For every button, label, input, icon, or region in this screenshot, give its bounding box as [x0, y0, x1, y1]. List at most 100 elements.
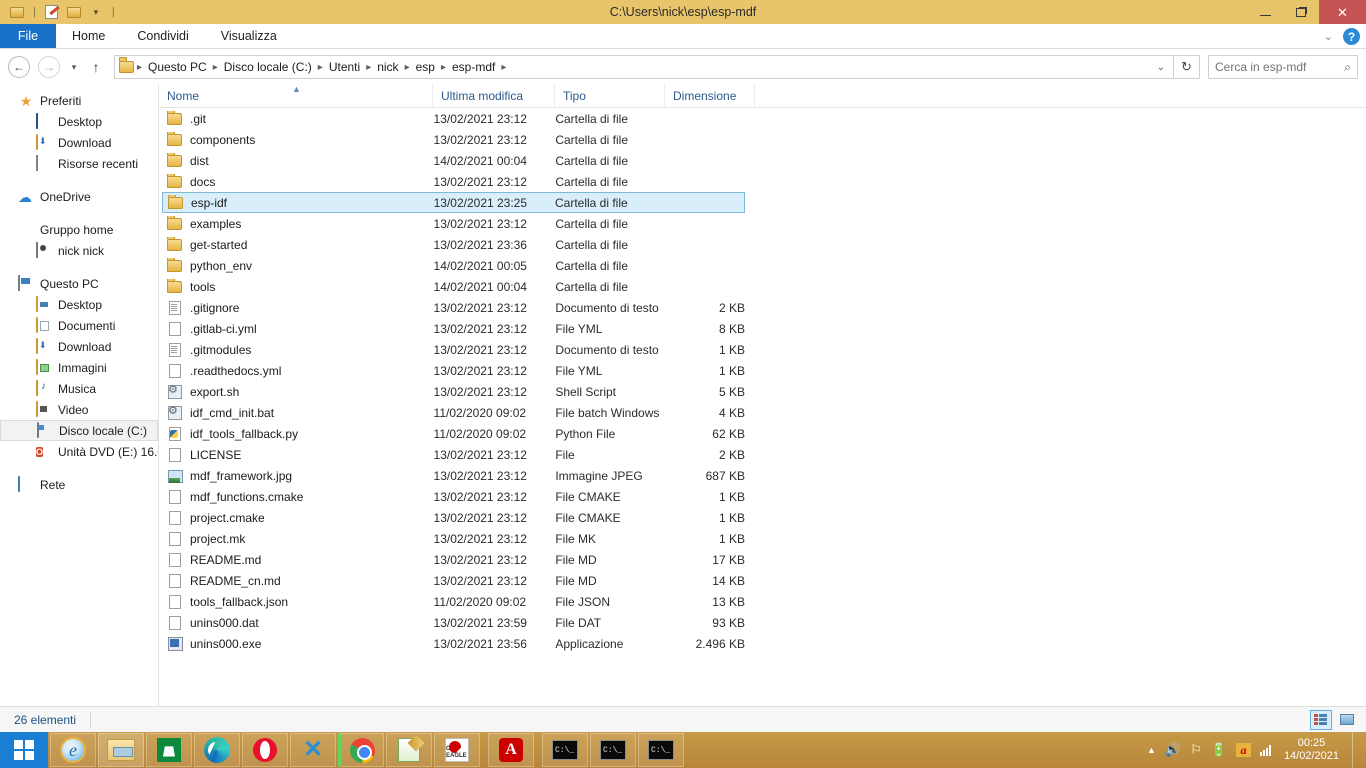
table-row[interactable]: export.sh 13/02/2021 23:12 Shell Script 5 K… — [162, 381, 745, 402]
folder-icon[interactable] — [8, 3, 26, 21]
table-row[interactable]: README.md 13/02/2021 23:12 File MD 17 KB — [162, 549, 745, 570]
sidebar-item-desktop-fav[interactable]: Desktop — [0, 111, 158, 132]
clock[interactable]: 00:25 14/02/2021 — [1284, 737, 1339, 763]
table-row[interactable]: dist 14/02/2021 00:04 Cartella di file — [162, 150, 745, 171]
sidebar-item-risorse-recenti[interactable]: Risorse recenti — [0, 153, 158, 174]
tab-visualizza[interactable]: Visualizza — [205, 24, 293, 48]
chevron-down-icon[interactable]: ⌄ — [1324, 30, 1333, 43]
taskbar-item-cadsoft-eagle[interactable]: CS EAGLE — [434, 733, 480, 767]
recent-locations-icon[interactable]: ▾ — [66, 62, 82, 73]
table-row[interactable]: mdf_framework.jpg 13/02/2021 23:12 Immagin… — [162, 465, 745, 486]
breadcrumb[interactable]: ▸ Questo PC ▸ Disco locale (C:) ▸ Utenti… — [114, 55, 1174, 79]
breadcrumb-item-disco-locale[interactable]: Disco locale (C:) — [220, 60, 316, 74]
table-row[interactable]: tools 14/02/2021 00:04 Cartella di file — [162, 276, 745, 297]
customize-dropdown-icon[interactable]: ▾ — [87, 3, 105, 21]
tab-home[interactable]: Home — [56, 24, 121, 48]
taskbar-item-command-prompt-2[interactable] — [590, 733, 636, 767]
volume-icon[interactable]: 🔊 — [1165, 742, 1181, 758]
sidebar-item-disco-locale-c[interactable]: Disco locale (C:) — [0, 420, 158, 441]
properties-icon[interactable] — [43, 3, 61, 21]
taskbar-item-opera[interactable] — [242, 733, 288, 767]
table-row[interactable]: .readthedocs.yml 13/02/2021 23:12 File YML… — [162, 360, 745, 381]
breadcrumb-item-utenti[interactable]: Utenti — [325, 60, 364, 74]
table-row[interactable]: project.mk 13/02/2021 23:12 File MK 1 KB — [162, 528, 745, 549]
table-row[interactable]: docs 13/02/2021 23:12 Cartella di file — [162, 171, 745, 192]
table-row[interactable]: idf_tools_fallback.py 11/02/2020 09:02 Pyt… — [162, 423, 745, 444]
table-row[interactable]: examples 13/02/2021 23:12 Cartella di file — [162, 213, 745, 234]
sidebar-label-download: Download — [58, 339, 112, 354]
taskbar-item-notepad-plus-plus[interactable] — [386, 733, 432, 767]
forward-button[interactable]: → — [38, 56, 60, 78]
breadcrumb-item-questo-pc[interactable]: Questo PC — [144, 60, 211, 74]
action-center-icon[interactable]: ⚐ — [1190, 742, 1202, 758]
search-icon[interactable]: ⌕ — [1344, 60, 1351, 75]
taskbar-item-command-prompt-3[interactable] — [638, 733, 684, 767]
sidebar-item-immagini[interactable]: Immagini — [0, 357, 158, 378]
table-row[interactable]: .gitignore 13/02/2021 23:12 Documento di t… — [162, 297, 745, 318]
close-button[interactable]: ✕ — [1319, 0, 1366, 24]
help-icon[interactable]: ? — [1343, 28, 1360, 45]
table-row[interactable]: README_cn.md 13/02/2021 23:12 File MD 14 KB — [162, 570, 745, 591]
sidebar-item-video[interactable]: Video — [0, 399, 158, 420]
sidebar-item-nick-nick[interactable]: nick nick — [0, 240, 158, 261]
sidebar-item-desktop[interactable]: Desktop — [0, 294, 158, 315]
start-button[interactable] — [0, 732, 48, 768]
tab-file[interactable]: File — [0, 24, 56, 48]
table-row[interactable]: components 13/02/2021 23:12 Cartella di fi… — [162, 129, 745, 150]
back-button[interactable]: ← — [8, 56, 30, 78]
table-row[interactable]: idf_cmd_init.bat 11/02/2020 09:02 File bat… — [162, 402, 745, 423]
taskbar-item-adobe-acrobat[interactable] — [488, 733, 534, 767]
table-row[interactable]: unins000.dat 13/02/2021 23:59 File DAT 93 K… — [162, 612, 745, 633]
column-header-ultima-modifica[interactable]: Ultima modifica — [433, 83, 555, 108]
search-box[interactable]: ⌕ — [1208, 55, 1358, 79]
breadcrumb-dropdown-icon[interactable]: ⌄ — [1157, 62, 1169, 73]
table-row[interactable]: esp-idf 13/02/2021 23:25 Cartella di file — [162, 192, 745, 213]
refresh-button[interactable]: ↻ — [1174, 55, 1200, 79]
tab-condividi[interactable]: Condividi — [121, 24, 204, 48]
sidebar-item-unita-dvd-e[interactable]: O Unità DVD (E:) 16.0.1 — [0, 441, 158, 462]
sidebar-group-rete[interactable]: Rete — [0, 474, 158, 495]
taskbar-item-microsoft-store[interactable] — [146, 733, 192, 767]
sidebar-item-documenti[interactable]: Documenti — [0, 315, 158, 336]
avast-icon[interactable] — [1235, 743, 1251, 757]
sidebar-item-download-fav[interactable]: Download — [0, 132, 158, 153]
sidebar-group-onedrive[interactable]: ☁ OneDrive — [0, 186, 158, 207]
column-header-dimensione[interactable]: Dimensione — [665, 83, 755, 108]
table-row[interactable]: project.cmake 13/02/2021 23:12 File CMAKE 1… — [162, 507, 745, 528]
table-row[interactable]: LICENSE 13/02/2021 23:12 File 2 KB — [162, 444, 745, 465]
table-row[interactable]: python_env 14/02/2021 00:05 Cartella di fi… — [162, 255, 745, 276]
breadcrumb-item-nick[interactable]: nick — [373, 60, 402, 74]
sidebar-group-preferiti[interactable]: ★ Preferiti — [0, 90, 158, 111]
table-row[interactable]: .git 13/02/2021 23:12 Cartella di file — [162, 108, 745, 129]
sidebar-item-download[interactable]: Download — [0, 336, 158, 357]
new-folder-icon[interactable] — [65, 3, 83, 21]
table-row[interactable]: tools_fallback.json 11/02/2020 09:02 File … — [162, 591, 745, 612]
table-row[interactable]: unins000.exe 13/02/2021 23:56 Applicazione… — [162, 633, 745, 654]
sidebar-group-gruppo-home[interactable]: Gruppo home — [0, 219, 158, 240]
taskbar-item-visual-studio-code[interactable]: ✕ — [290, 733, 336, 767]
table-row[interactable]: get-started 13/02/2021 23:36 Cartella di f… — [162, 234, 745, 255]
taskbar-item-file-explorer[interactable] — [98, 733, 144, 767]
show-desktop-button[interactable] — [1352, 732, 1358, 768]
breadcrumb-item-esp[interactable]: esp — [412, 60, 439, 74]
show-hidden-icons-icon[interactable]: ▲ — [1147, 745, 1156, 755]
network-signal-icon[interactable] — [1259, 744, 1271, 756]
minimize-button[interactable] — [1247, 0, 1283, 24]
battery-icon[interactable]: 🔋 — [1211, 742, 1227, 758]
table-row[interactable]: .gitlab-ci.yml 13/02/2021 23:12 File YML 8 … — [162, 318, 745, 339]
up-button[interactable]: ↑ — [86, 59, 106, 75]
breadcrumb-item-esp-mdf[interactable]: esp-mdf — [448, 60, 499, 74]
column-header-tipo[interactable]: Tipo — [555, 83, 665, 108]
large-icons-view-icon[interactable] — [1336, 710, 1358, 730]
search-input[interactable] — [1215, 60, 1335, 74]
table-row[interactable]: mdf_functions.cmake 13/02/2021 23:12 File … — [162, 486, 745, 507]
sidebar-item-musica[interactable]: Musica — [0, 378, 158, 399]
taskbar-item-microsoft-edge[interactable] — [194, 733, 240, 767]
taskbar-item-command-prompt-1[interactable] — [542, 733, 588, 767]
maximize-button[interactable] — [1283, 0, 1319, 24]
details-view-icon[interactable] — [1310, 709, 1332, 730]
taskbar-item-internet-explorer[interactable] — [50, 733, 96, 767]
sidebar-group-questo-pc[interactable]: Questo PC — [0, 273, 158, 294]
table-row[interactable]: .gitmodules 13/02/2021 23:12 Documento di … — [162, 339, 745, 360]
taskbar-item-google-chrome[interactable] — [338, 733, 384, 767]
